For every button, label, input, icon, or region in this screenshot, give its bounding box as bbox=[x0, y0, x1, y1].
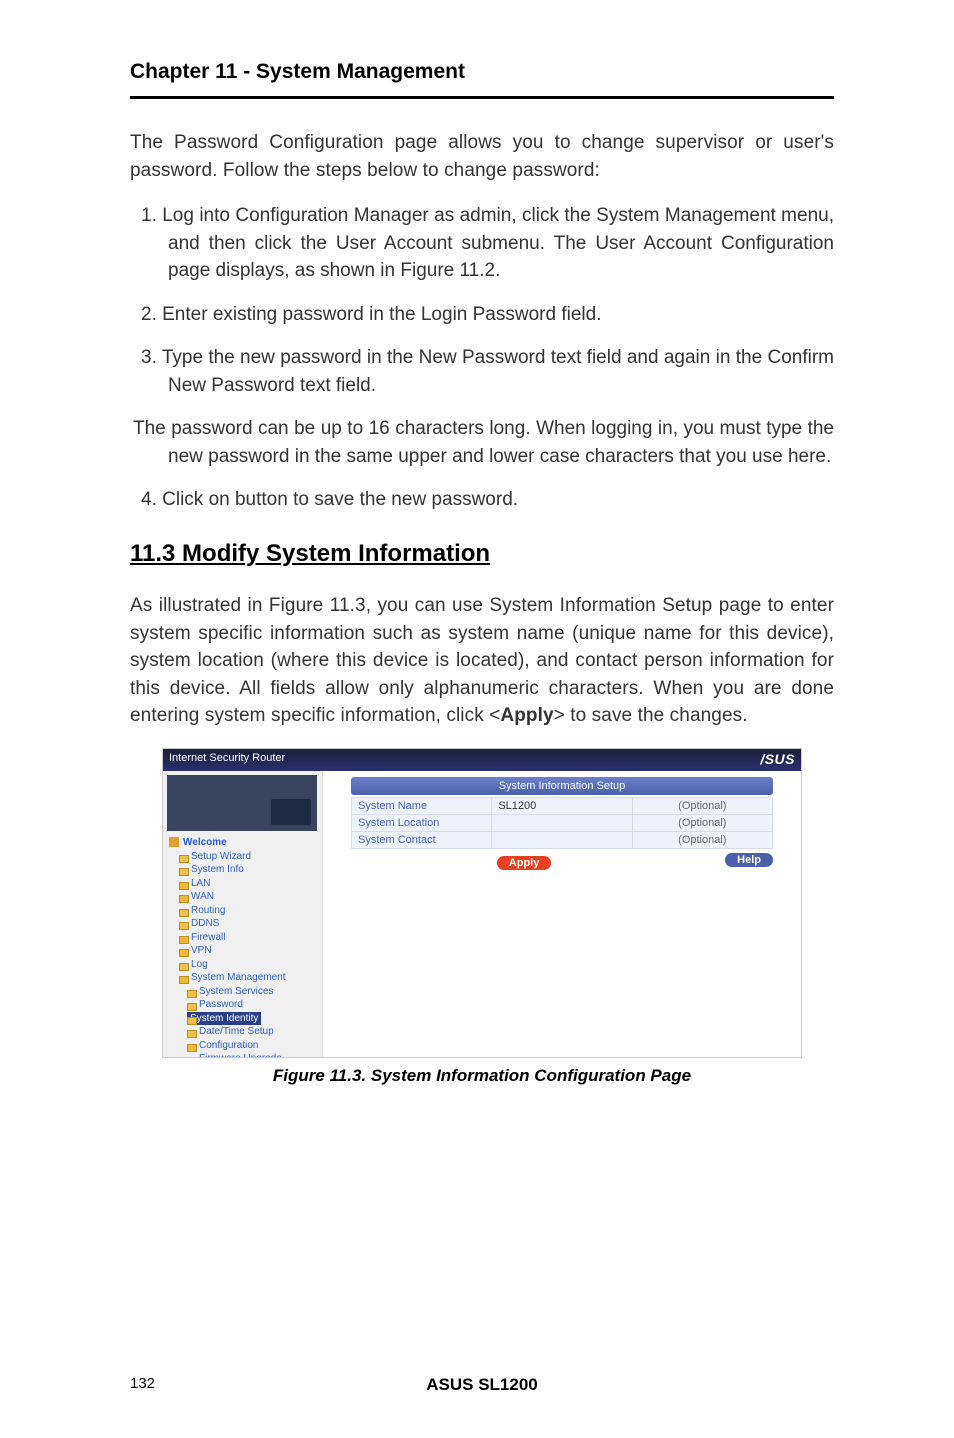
footer-product: ASUS SL1200 bbox=[426, 1375, 538, 1395]
tree-item[interactable]: Setup Wizard bbox=[179, 850, 318, 864]
tree-item[interactable]: Configuration bbox=[187, 1039, 318, 1053]
figure-caption: Figure 11.3. System Information Configur… bbox=[162, 1066, 802, 1086]
field-label: System Name bbox=[352, 797, 492, 814]
field-optional: (Optional) bbox=[632, 814, 772, 831]
screenshot: Internet Security Router /SUS Welcome Se… bbox=[162, 748, 802, 1058]
tree-item-selected[interactable]: System Identity bbox=[187, 1012, 261, 1026]
help-button[interactable]: Help bbox=[725, 853, 773, 867]
table-row: System Location (Optional) bbox=[352, 814, 773, 831]
tree-item[interactable]: System Info bbox=[179, 863, 318, 877]
window-title: Internet Security Router bbox=[169, 752, 285, 764]
field-label: System Contact bbox=[352, 831, 492, 848]
tree-item[interactable]: VPN bbox=[179, 944, 318, 958]
step-4: 4. Click on button to save the new passw… bbox=[130, 486, 834, 514]
home-icon bbox=[169, 837, 179, 847]
step-2: 2. Enter existing password in the Login … bbox=[130, 301, 834, 329]
tree-item[interactable]: WAN bbox=[179, 890, 318, 904]
tree-item[interactable]: System Services bbox=[187, 985, 318, 999]
page-number: 132 bbox=[130, 1375, 155, 1392]
system-contact-input[interactable] bbox=[492, 831, 632, 848]
section-body-after: > to save the changes. bbox=[554, 705, 748, 726]
step-1: 1. Log into Configuration Manager as adm… bbox=[130, 202, 834, 285]
tree-item[interactable]: Log bbox=[179, 958, 318, 972]
table-row: System Contact (Optional) bbox=[352, 831, 773, 848]
screenshot-sidebar: Welcome Setup Wizard System Info LAN WAN… bbox=[163, 771, 323, 1057]
screenshot-main: System Information Setup System Name SL1… bbox=[323, 771, 801, 1057]
tree-item[interactable]: Routing bbox=[179, 904, 318, 918]
tree-item[interactable]: Firmware Upgrade bbox=[187, 1052, 318, 1058]
tree-root[interactable]: Welcome bbox=[169, 837, 318, 848]
header-rule bbox=[130, 96, 834, 99]
tree-item[interactable]: Firewall bbox=[179, 931, 318, 945]
table-row: System Name SL1200 (Optional) bbox=[352, 797, 773, 814]
tree-item[interactable]: Password bbox=[187, 998, 318, 1012]
system-location-input[interactable] bbox=[492, 814, 632, 831]
tree-root-label: Welcome bbox=[183, 837, 227, 848]
apply-button[interactable]: Apply bbox=[497, 856, 552, 870]
sm-subtree: System Services Password System Identity… bbox=[167, 985, 318, 1058]
panel-title-bar: System Information Setup bbox=[351, 777, 773, 795]
tree-item[interactable]: Date/Time Setup bbox=[187, 1025, 318, 1039]
device-thumbnail bbox=[167, 775, 317, 831]
page-footer: 132 ASUS SL1200 bbox=[130, 1375, 834, 1392]
system-info-table: System Name SL1200 (Optional) System Loc… bbox=[351, 797, 773, 849]
figure-11-3: Internet Security Router /SUS Welcome Se… bbox=[162, 748, 802, 1086]
tree-system-management[interactable]: System Management bbox=[179, 971, 318, 985]
tree-item[interactable]: DDNS bbox=[179, 917, 318, 931]
step-3-note: The password can be up to 16 characters … bbox=[130, 415, 834, 470]
screenshot-titlebar: Internet Security Router /SUS bbox=[163, 749, 801, 771]
field-optional: (Optional) bbox=[632, 797, 772, 814]
section-title: 11.3 Modify System Information bbox=[130, 540, 834, 568]
tree-item[interactable]: LAN bbox=[179, 877, 318, 891]
nav-tree: Setup Wizard System Info LAN WAN Routing… bbox=[167, 850, 318, 985]
asus-logo: /SUS bbox=[760, 751, 795, 767]
field-label: System Location bbox=[352, 814, 492, 831]
intro-text: The Password Configuration page allows y… bbox=[130, 129, 834, 184]
apply-inline: Apply bbox=[500, 705, 553, 726]
field-optional: (Optional) bbox=[632, 831, 772, 848]
system-name-input[interactable]: SL1200 bbox=[492, 797, 632, 814]
step-3: 3. Type the new password in the New Pass… bbox=[130, 344, 834, 399]
section-body: As illustrated in Figure 11.3, you can u… bbox=[130, 592, 834, 730]
chapter-title: Chapter 11 - System Management bbox=[130, 60, 834, 84]
